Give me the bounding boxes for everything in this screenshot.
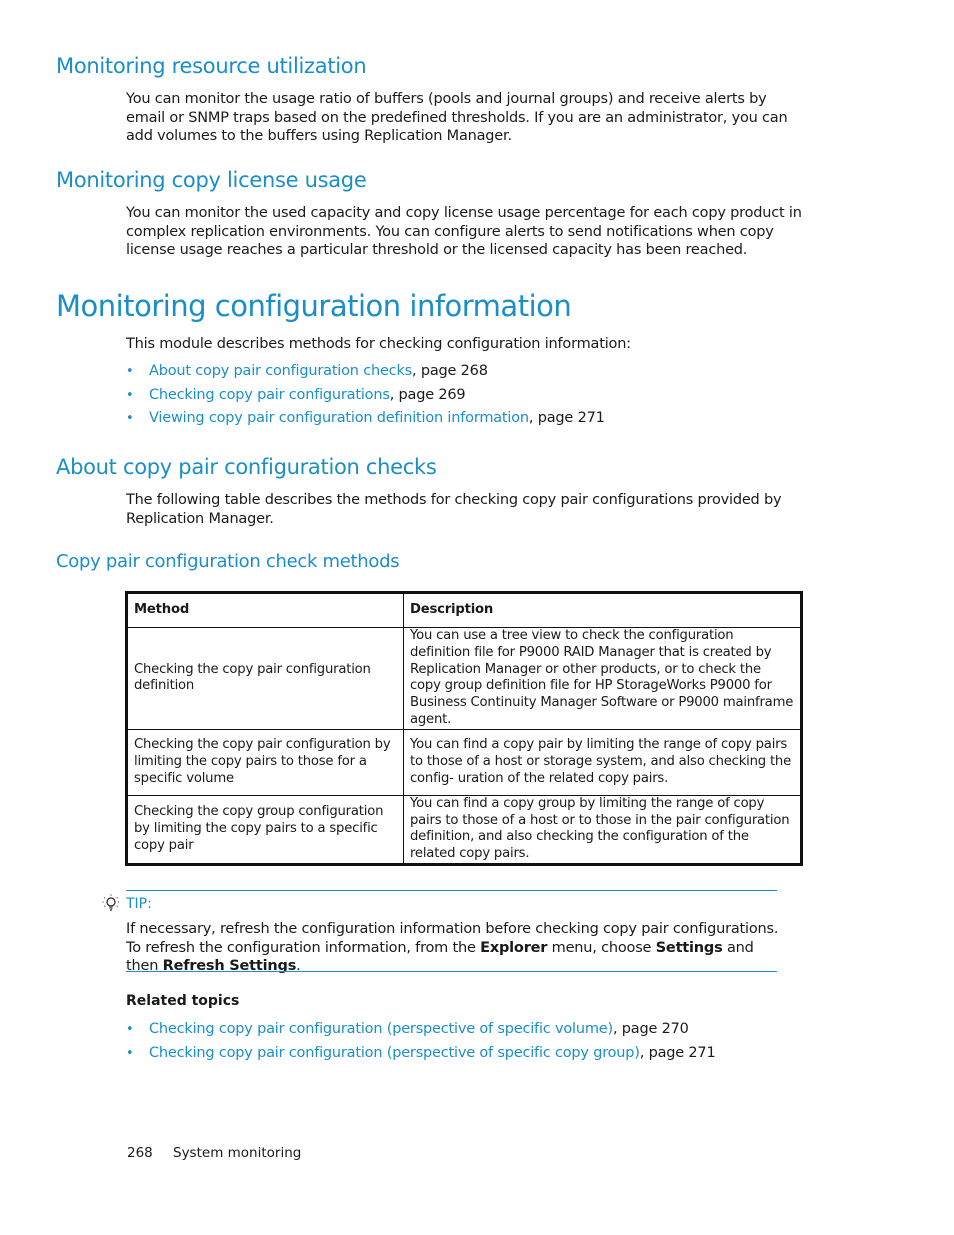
chapter-title: System monitoring xyxy=(173,1145,302,1161)
table-row: Checking the copy group configuration by… xyxy=(126,794,802,865)
heading-copy-license-usage: Monitoring copy license usage xyxy=(56,168,367,192)
description-cell: You can use a tree view to check the con… xyxy=(403,627,802,730)
resource-utilization-body: You can monitor the usage ratio of buffe… xyxy=(126,91,788,145)
table-caption: Copy pair configuration check methods xyxy=(56,551,400,572)
bullet-icon: • xyxy=(126,364,134,379)
page-reference: , page 270 xyxy=(612,1021,689,1037)
description-cell: You can find a copy pair by limiting the… xyxy=(403,728,802,796)
tip-label: TIP: xyxy=(126,896,152,912)
tip-text: If necessary, refresh the configuration … xyxy=(126,920,786,976)
copy-license-usage-body: You can monitor the used capacity and co… xyxy=(126,205,802,259)
description-cell: You can find a copy group by limiting th… xyxy=(403,794,802,865)
list-item: • Checking copy pair configurations, pag… xyxy=(126,384,605,408)
bullet-icon: • xyxy=(126,387,134,403)
list-item: • About copy pair configuration checks, … xyxy=(126,360,605,384)
heading-resource-utilization: Monitoring resource utilization xyxy=(56,54,367,78)
bullet-icon: • xyxy=(126,411,134,426)
link-about-copy-pair-checks[interactable]: About copy pair configuration checks xyxy=(149,363,412,379)
method-cell: Checking the copy group configuration by… xyxy=(126,794,404,865)
related-topics-heading: Related topics xyxy=(126,993,240,1009)
bullet-icon: • xyxy=(126,1022,134,1037)
configuration-topic-list: • About copy pair configuration checks, … xyxy=(126,360,605,431)
methods-table: Method Description Checking the copy pai… xyxy=(125,591,803,866)
tip-text-part: . xyxy=(296,958,301,975)
tip-bottom-divider xyxy=(126,971,777,972)
page-reference: , page 268 xyxy=(412,363,488,379)
configuration-intro: This module describes methods for checki… xyxy=(126,336,631,352)
list-item: • Checking copy pair configuration (pers… xyxy=(126,1018,715,1042)
link-specific-volume[interactable]: Checking copy pair configuration (perspe… xyxy=(149,1021,613,1037)
related-topics-list: • Checking copy pair configuration (pers… xyxy=(126,1018,716,1066)
column-header-method: Method xyxy=(126,592,404,628)
menu-item-settings: Settings xyxy=(655,939,723,956)
page-reference: , page 271 xyxy=(639,1044,716,1061)
link-specific-copy-group[interactable]: Checking copy pair configuration (perspe… xyxy=(149,1045,640,1061)
page-number: 268 xyxy=(127,1145,153,1161)
table-row: Checking the copy pair configuration def… xyxy=(126,627,802,730)
page-reference: , page 271 xyxy=(528,410,605,426)
link-viewing-definition-information[interactable]: Viewing copy pair configuration definiti… xyxy=(149,410,529,426)
heading-monitoring-configuration: Monitoring configuration information xyxy=(56,289,572,323)
bullet-icon: • xyxy=(126,1045,134,1061)
list-item: • Checking copy pair configuration (pers… xyxy=(126,1042,716,1066)
method-cell: Checking the copy pair configuration by … xyxy=(126,728,404,796)
menu-name-explorer: Explorer xyxy=(480,939,548,956)
heading-about-copy-pair-checks: About copy pair configuration checks xyxy=(56,455,437,479)
about-copy-pair-checks-body: The following table describes the method… xyxy=(126,492,782,527)
column-header-description: Description xyxy=(403,592,802,628)
tip-text-part: menu, choose xyxy=(547,939,656,956)
table-header-row: Method Description xyxy=(126,592,802,628)
tip-top-divider xyxy=(126,890,777,891)
page-reference: , page 269 xyxy=(389,386,466,403)
method-cell: Checking the copy pair configuration def… xyxy=(126,627,404,730)
lightbulb-icon xyxy=(101,893,121,913)
menu-item-refresh-settings: Refresh Settings xyxy=(162,958,297,975)
table-row: Checking the copy pair configuration by … xyxy=(126,728,802,796)
link-checking-copy-pair-configurations[interactable]: Checking copy pair configurations xyxy=(149,387,390,403)
list-item: • Viewing copy pair configuration defini… xyxy=(126,407,605,431)
